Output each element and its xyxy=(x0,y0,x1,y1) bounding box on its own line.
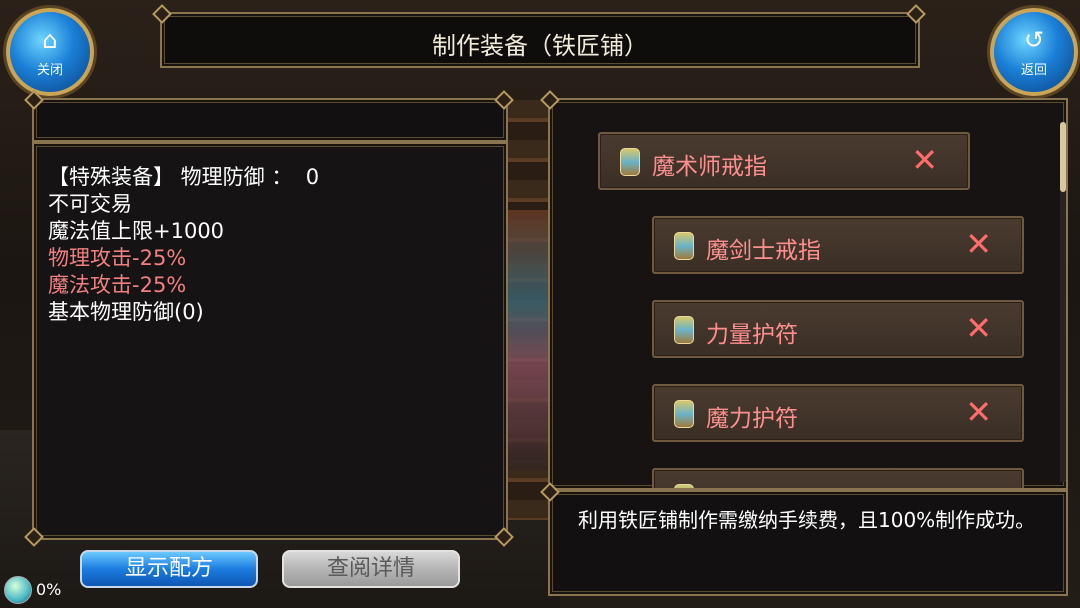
recipe-item-label: 魔剑士戒指 xyxy=(706,238,821,264)
item-details-panel: 【特殊装备】 物理防御 ： 0 不可交易 魔法值上限+1000 物理攻击-25%… xyxy=(32,142,508,540)
x-mark-icon: ✕ xyxy=(965,393,992,431)
title-bar: 制作装备（铁匠铺） xyxy=(160,12,920,68)
detail-line: 【特殊装备】 物理防御 ： 0 xyxy=(48,165,320,189)
detail-line: 魔法攻击-25% xyxy=(48,273,187,297)
page-title: 制作装备（铁匠铺） xyxy=(432,32,648,60)
item-header-panel xyxy=(32,98,508,142)
x-mark-icon: ✕ xyxy=(965,309,992,347)
progress-text: 0% xyxy=(36,580,62,599)
recipe-item[interactable]: 魔剑士戒指 ✕ xyxy=(652,216,1024,274)
recipe-item-label: 力量护符 xyxy=(706,322,798,348)
detail-line: 基本物理防御(0) xyxy=(48,300,204,324)
recipe-list-panel[interactable]: 魔术师戒指 ✕ 魔剑士戒指 ✕ 力量护符 ✕ 魔力护符 ✕ xyxy=(548,98,1068,490)
home-icon: ⌂ xyxy=(42,26,58,54)
recipe-item[interactable]: 魔术师戒指 ✕ xyxy=(598,132,970,190)
view-details-button[interactable]: 查阅详情 xyxy=(282,550,460,588)
close-label: 关闭 xyxy=(36,63,63,78)
notice-text: 利用铁匠铺制作需缴纳手续费，且100%制作成功。 xyxy=(578,508,1036,532)
recipe-item[interactable]: 魔力护符 ✕ xyxy=(652,384,1024,442)
globe-icon xyxy=(4,576,32,604)
background-character xyxy=(506,210,550,470)
item-details-text: 【特殊装备】 物理防御 ： 0 不可交易 魔法值上限+1000 物理攻击-25%… xyxy=(48,164,319,326)
ring-icon xyxy=(674,232,694,260)
back-button[interactable]: ↺ 返回 xyxy=(990,8,1078,96)
ring-icon xyxy=(620,148,640,176)
recipe-item-label: 魔力护符 xyxy=(706,406,798,432)
recipe-item[interactable]: 力量护符 ✕ xyxy=(652,300,1024,358)
scrollbar-thumb[interactable] xyxy=(1060,122,1066,192)
amulet-icon xyxy=(674,316,694,344)
recipe-item-partial[interactable] xyxy=(652,468,1024,488)
x-mark-icon: ✕ xyxy=(965,225,992,263)
show-recipe-button[interactable]: 显示配方 xyxy=(80,550,258,588)
x-mark-icon: ✕ xyxy=(911,141,938,179)
return-arrow-icon: ↺ xyxy=(1023,26,1045,54)
detail-line: 魔法值上限+1000 xyxy=(48,219,225,243)
back-label: 返回 xyxy=(1020,63,1047,78)
detail-line: 不可交易 xyxy=(48,192,132,216)
close-button[interactable]: ⌂ 关闭 xyxy=(6,8,94,96)
amulet-icon xyxy=(674,400,694,428)
notice-panel: 利用铁匠铺制作需缴纳手续费，且100%制作成功。 xyxy=(548,490,1068,596)
recipe-item-label: 魔术师戒指 xyxy=(652,154,767,180)
detail-line: 物理攻击-25% xyxy=(48,246,187,270)
